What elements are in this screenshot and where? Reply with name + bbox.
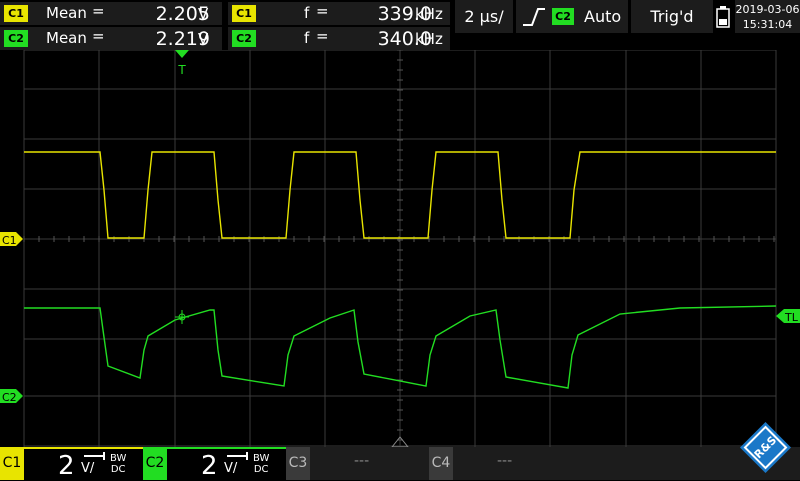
channel-tag: C2 <box>143 447 167 480</box>
channel-tag: C1 <box>0 447 24 480</box>
grid <box>23 50 777 447</box>
time: 15:31:04 <box>742 18 793 31</box>
measurement-eq: = <box>316 2 329 20</box>
measurement-eq: = <box>92 27 105 45</box>
probe-icon <box>84 452 105 460</box>
measurement-value: 2.205 <box>155 3 210 25</box>
trigger-status[interactable]: Trig'd <box>631 0 713 33</box>
bandwidth-coupling: BW DC <box>253 453 269 475</box>
waveform-display[interactable]: T C1 C2 TL <box>0 50 800 447</box>
scale-unit: V/ <box>81 461 95 476</box>
trigger-level-label: TL <box>784 311 799 324</box>
coupling-label: DC <box>110 464 126 475</box>
measurement-c1-frequency[interactable]: C1 f = 339.0 kHz <box>228 2 450 25</box>
channel-scale: --- <box>453 447 572 480</box>
channel-c3-settings[interactable]: C3 --- <box>286 447 429 480</box>
measurement-c2-frequency[interactable]: C2 f = 340.0 kHz <box>228 27 450 50</box>
coupling-label: DC <box>253 464 269 475</box>
measurement-unit: V <box>198 5 209 23</box>
channel-scale: 2 V/ BW DC <box>24 447 143 481</box>
measurement-eq: = <box>316 27 329 45</box>
channel-bar: C1 2 V/ BW DC C2 2 V/ BW DC C3 --- C4 --- <box>0 447 800 481</box>
probe-icon <box>227 452 248 460</box>
waveform-canvas[interactable]: T C1 C2 TL <box>0 50 800 447</box>
bandwidth-label: BW <box>110 453 127 464</box>
trigger-mode: Auto <box>584 7 622 26</box>
trigger-settings-button[interactable]: C2 Auto <box>516 0 628 33</box>
c2-offset-marker[interactable]: C2 <box>0 389 23 404</box>
c2-marker-label: C2 <box>2 391 17 404</box>
battery-icon <box>716 6 730 28</box>
measurement-channel-tag: C2 <box>4 30 28 47</box>
bandwidth-label: BW <box>253 453 270 464</box>
channel-scale: --- <box>310 447 429 480</box>
scale-value: 2 <box>58 451 75 481</box>
channel-tag: C4 <box>429 447 453 480</box>
scale-unit: V/ <box>224 461 238 476</box>
c1-marker-label: C1 <box>2 234 17 247</box>
measurement-channel-tag: C2 <box>232 30 256 47</box>
channel-tag: C3 <box>286 447 310 480</box>
measurement-value: 2.219 <box>155 28 210 50</box>
measurement-eq: = <box>92 2 105 20</box>
measurement-channel-tag: C1 <box>232 5 256 22</box>
measurement-name: f <box>304 29 310 47</box>
measurement-name: f <box>304 4 310 22</box>
measurement-unit: V <box>198 30 209 48</box>
measurement-unit: kHz <box>415 30 443 48</box>
empty-panel <box>574 447 724 480</box>
measurement-c2-mean[interactable]: C2 Mean = 2.219 V <box>0 27 222 50</box>
date: 2019-03-06 <box>735 3 800 16</box>
channel-c1-settings[interactable]: C1 2 V/ BW DC <box>0 447 143 481</box>
timebase-button[interactable]: 2 µs/ <box>455 0 513 33</box>
scale-value: --- <box>354 453 370 469</box>
top-bar: C1 Mean = 2.205 V C2 Mean = 2.219 V C1 f… <box>0 0 800 50</box>
measurement-name: Mean <box>46 29 87 47</box>
rising-edge-icon <box>523 8 545 26</box>
measurement-name: Mean <box>46 4 87 22</box>
trigger-source-tag: C2 <box>552 8 574 25</box>
rs-logo-icon[interactable]: R&S <box>738 420 793 475</box>
trigger-marker-label: T <box>177 63 186 77</box>
measurement-c1-mean[interactable]: C1 Mean = 2.205 V <box>0 2 222 25</box>
trigger-position-marker[interactable]: T <box>175 50 189 77</box>
trigger-level-marker[interactable]: TL <box>776 309 800 324</box>
c1-offset-marker[interactable]: C1 <box>0 232 23 247</box>
bandwidth-coupling: BW DC <box>110 453 126 475</box>
channel-c4-settings[interactable]: C4 --- <box>429 447 572 480</box>
measurement-unit: kHz <box>415 5 443 23</box>
channel-scale: 2 V/ BW DC <box>167 447 286 481</box>
scale-value: --- <box>497 453 513 469</box>
scale-value: 2 <box>201 451 218 481</box>
date-time: 2019-03-06 15:31:04 <box>735 0 800 33</box>
measurement-channel-tag: C1 <box>4 5 28 22</box>
channel-c2-settings[interactable]: C2 2 V/ BW DC <box>143 447 286 481</box>
cursor-marker[interactable] <box>175 310 189 324</box>
